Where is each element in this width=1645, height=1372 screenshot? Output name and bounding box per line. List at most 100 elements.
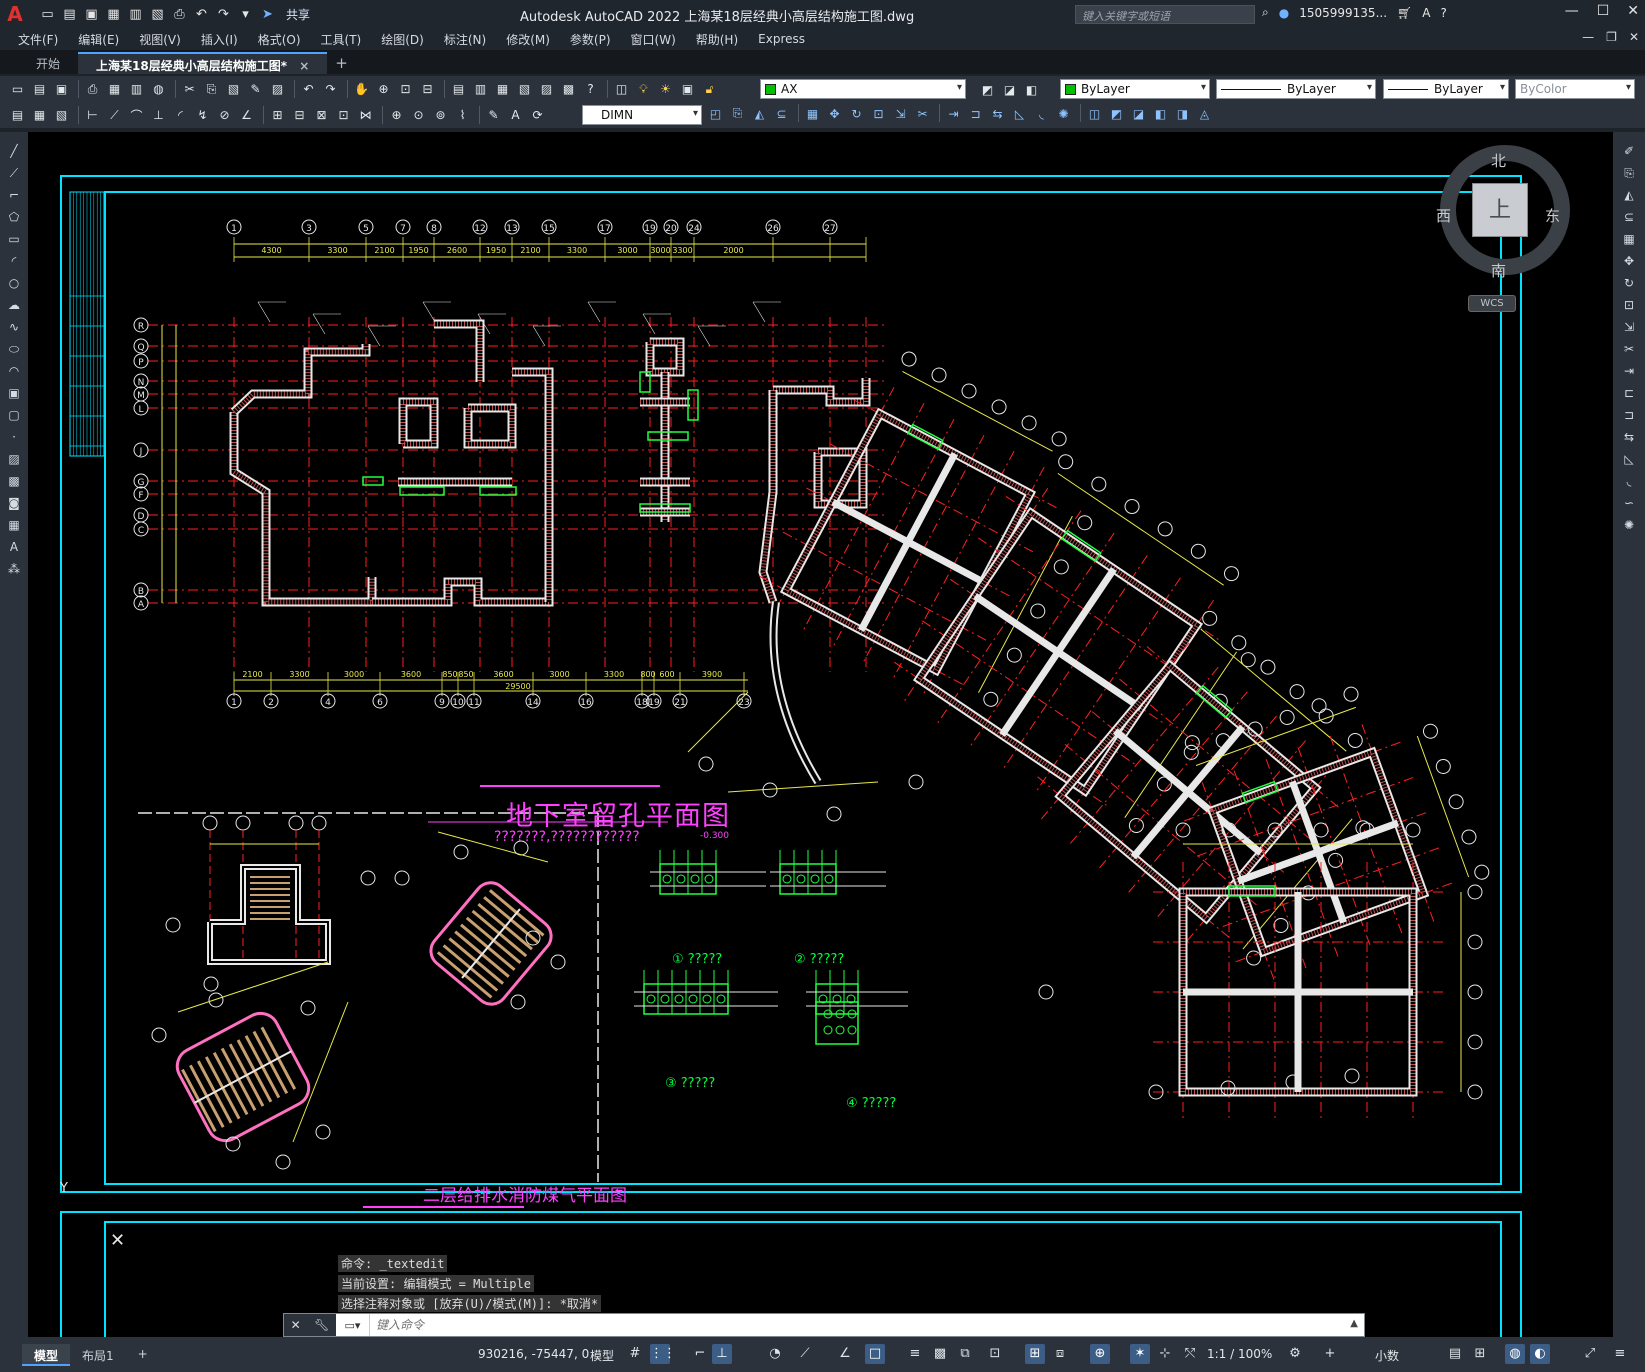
- tab-start[interactable]: 开始: [18, 52, 78, 74]
- color-dropdown[interactable]: ByLayer ▾: [1060, 79, 1210, 99]
- compass-east[interactable]: 东: [1545, 205, 1560, 226]
- user-account[interactable]: 1505999135...: [1299, 6, 1387, 20]
- tracking-icon[interactable]: ∠: [835, 1344, 855, 1364]
- dim-linear-icon[interactable]: ⊢: [83, 106, 102, 125]
- layer-dropdown[interactable]: AX ▾: [760, 79, 966, 99]
- fillet-icon[interactable]: ◟: [1619, 472, 1639, 490]
- layer-previous-icon[interactable]: ◪: [1000, 80, 1019, 99]
- hatch-icon[interactable]: ▨: [4, 450, 24, 468]
- autocad-logo-icon[interactable]: A: [0, 0, 30, 28]
- menu-item-7[interactable]: 标注(N): [444, 31, 486, 48]
- plot-icon[interactable]: ⎙: [83, 80, 102, 99]
- menu-item-0[interactable]: 文件(F): [18, 31, 58, 48]
- zoom-window-icon[interactable]: ⊡: [396, 80, 415, 99]
- inspect-icon[interactable]: ⊚: [431, 106, 450, 125]
- open-icon[interactable]: ▤: [30, 80, 49, 99]
- 3d-print-icon[interactable]: ◍: [149, 80, 168, 99]
- menu-item-11[interactable]: 帮助(H): [696, 31, 738, 48]
- menu-item-4[interactable]: 格式(O): [258, 31, 301, 48]
- close-icon[interactable]: ✕: [291, 1318, 301, 1332]
- block-editor-icon[interactable]: ▨: [268, 80, 287, 99]
- redo-icon[interactable]: ↷: [321, 80, 340, 99]
- redo-icon[interactable]: ↷: [214, 5, 233, 23]
- dim-space-icon[interactable]: ⊡: [334, 106, 353, 125]
- layer-lock-icon[interactable]: ◬: [1195, 104, 1214, 123]
- selection-filter-icon[interactable]: ⧈: [1050, 1344, 1070, 1364]
- jogged-linear-icon[interactable]: ⌇: [453, 106, 472, 125]
- doc-minimize-icon[interactable]: —: [1582, 30, 1594, 44]
- scale-icon[interactable]: ⊡: [869, 104, 888, 123]
- tool-palettes-icon[interactable]: ▦: [493, 80, 512, 99]
- break-at-point-icon[interactable]: ⊏: [1619, 384, 1639, 402]
- search-icon[interactable]: ⌕: [1262, 5, 1269, 20]
- close-icon[interactable]: ✕: [1627, 3, 1639, 19]
- explode-icon[interactable]: ✺: [1619, 516, 1639, 534]
- web-mobile-icon[interactable]: ▧: [148, 5, 167, 23]
- linetype-dropdown[interactable]: ByLayer ▾: [1216, 79, 1376, 99]
- insert-block-icon[interactable]: ▣: [4, 384, 24, 402]
- stretch-icon[interactable]: ⇲: [891, 104, 910, 123]
- menu-item-12[interactable]: Express: [758, 32, 805, 46]
- new-file-icon[interactable]: ▭: [38, 5, 57, 23]
- join-icon[interactable]: ⇆: [1619, 428, 1639, 446]
- units-setting[interactable]: 小数: [1375, 1347, 1399, 1364]
- copy-object-icon[interactable]: ⎘: [1619, 164, 1639, 182]
- save-icon[interactable]: ▣: [82, 5, 101, 23]
- compass-west[interactable]: 西: [1436, 205, 1451, 226]
- cart-icon[interactable]: 🛒︎: [1397, 6, 1412, 20]
- layer-off-icon[interactable]: ◧: [1151, 104, 1170, 123]
- compass-north[interactable]: 北: [1491, 150, 1506, 171]
- dim-baseline-icon[interactable]: ⊟: [290, 106, 309, 125]
- array-icon[interactable]: ▦: [803, 104, 822, 123]
- menu-item-6[interactable]: 绘图(D): [381, 31, 424, 48]
- layer-iso-icon[interactable]: ◫: [1085, 104, 1104, 123]
- spline-icon[interactable]: ∿: [4, 318, 24, 336]
- design-center-icon[interactable]: ▥: [471, 80, 490, 99]
- move-icon[interactable]: ✥: [825, 104, 844, 123]
- dim-angular-icon[interactable]: ∠: [237, 106, 256, 125]
- transparency-icon[interactable]: ▩: [930, 1344, 950, 1364]
- layer-match-icon[interactable]: ◩: [1107, 104, 1126, 123]
- publish-icon[interactable]: ▥: [127, 80, 146, 99]
- tab-model[interactable]: 模型: [22, 1343, 71, 1366]
- menu-item-9[interactable]: 参数(P): [570, 31, 611, 48]
- tab-close-icon[interactable]: ×: [299, 59, 309, 73]
- erase-icon[interactable]: ✐: [1619, 142, 1639, 160]
- layer-vp-icon[interactable]: ▣: [678, 80, 697, 99]
- menu-item-1[interactable]: 编辑(E): [78, 31, 119, 48]
- preview-icon[interactable]: ▦: [105, 80, 124, 99]
- help-icon[interactable]: ?: [581, 80, 600, 99]
- grid-icon[interactable]: #: [625, 1344, 645, 1364]
- minimize-icon[interactable]: —: [1565, 3, 1579, 19]
- blend-icon[interactable]: ∽: [1619, 494, 1639, 512]
- dim-diameter-icon[interactable]: ⊘: [215, 106, 234, 125]
- dim-arc-icon[interactable]: ⌒: [127, 106, 146, 125]
- share-button[interactable]: 共享: [286, 6, 310, 23]
- polyline-icon[interactable]: ⌐: [4, 186, 24, 204]
- new-tab-button[interactable]: +: [327, 54, 356, 74]
- arc-icon[interactable]: ◜: [4, 252, 24, 270]
- calculator-icon[interactable]: ▩: [559, 80, 578, 99]
- annotation-scale[interactable]: 1:1 / 100%: [1207, 1347, 1272, 1361]
- ortho-icon[interactable]: ⊥: [712, 1344, 732, 1364]
- mirror-icon[interactable]: ◭: [750, 104, 769, 123]
- command-input[interactable]: [376, 1318, 1276, 1332]
- selection-cycling-icon[interactable]: ⧉: [955, 1344, 975, 1364]
- mirror-icon[interactable]: ◭: [1619, 186, 1639, 204]
- join-icon[interactable]: ⇆: [988, 104, 1007, 123]
- plot-icon[interactable]: ⎙: [170, 5, 189, 23]
- dim-update-icon[interactable]: ⟳: [528, 106, 547, 125]
- layer-freeze-icon[interactable]: ◨: [1173, 104, 1192, 123]
- zoom-realtime-icon[interactable]: ⊕: [374, 80, 393, 99]
- chevron-up-icon[interactable]: ▲: [1350, 1318, 1358, 1329]
- offset-icon[interactable]: ⊆: [1619, 208, 1639, 226]
- rectangle-icon[interactable]: ▭: [4, 230, 24, 248]
- annotation-visibility-icon[interactable]: ✶: [1130, 1344, 1150, 1364]
- extend-icon[interactable]: ⇥: [944, 104, 963, 123]
- menu-item-8[interactable]: 修改(M): [506, 31, 550, 48]
- trim-icon[interactable]: ✂: [1619, 340, 1639, 358]
- offset-icon[interactable]: ⊆: [772, 104, 791, 123]
- share-icon[interactable]: ➤: [258, 5, 277, 23]
- scale-icon[interactable]: ⊡: [1619, 296, 1639, 314]
- customize-qa-icon[interactable]: ▾: [236, 5, 255, 23]
